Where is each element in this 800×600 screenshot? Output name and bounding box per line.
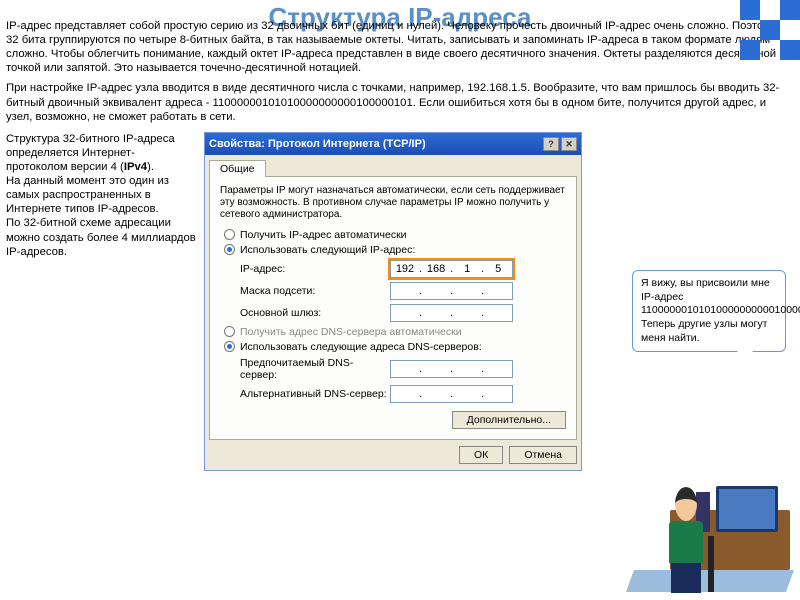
ipv4-bold: IPv4: [124, 161, 147, 173]
preferred-dns-input[interactable]: ...: [390, 360, 513, 378]
mask-label: Маска подсети:: [240, 285, 390, 297]
slide: Структура IP-адреса IP-адрес представляе…: [0, 0, 800, 600]
dns2-label: Альтернативный DNS-сервер:: [240, 388, 390, 400]
radio-manual-ip[interactable]: Использовать следующий IP-адрес:: [224, 244, 566, 256]
ip-label: IP-адрес:: [240, 263, 390, 275]
close-icon[interactable]: ✕: [561, 137, 577, 151]
alternate-dns-input[interactable]: ...: [390, 385, 513, 403]
ok-button[interactable]: ОК: [459, 446, 503, 464]
radio-manual-dns-label: Использовать следующие адреса DNS-сервер…: [240, 341, 482, 353]
paragraph-2: При настройке IP-адрес узла вводится в в…: [0, 75, 800, 123]
gateway-input[interactable]: ...: [390, 304, 513, 322]
ip-address-input[interactable]: 192. 168. 1. 5: [390, 260, 513, 278]
radio-auto-dns: Получить адрес DNS-сервера автоматически: [224, 326, 566, 338]
dialog-titlebar[interactable]: Свойства: Протокол Интернета (TCP/IP) ? …: [205, 133, 581, 155]
radio-manual-dns[interactable]: Использовать следующие адреса DNS-сервер…: [224, 341, 566, 353]
left-text-3: По 32-битной схеме адресации можно созда…: [6, 217, 196, 257]
radio-icon: [224, 229, 235, 240]
dialog-description: Параметры IP могут назначаться автоматич…: [220, 185, 566, 221]
left-column: Структура 32-битного IP-адреса определяе…: [6, 132, 196, 471]
illustration: [630, 447, 790, 592]
radio-icon: [224, 326, 235, 337]
help-icon[interactable]: ?: [543, 137, 559, 151]
dialog-title: Свойства: Протокол Интернета (TCP/IP): [209, 138, 426, 150]
tab-general[interactable]: Общие: [209, 160, 266, 177]
radio-auto-ip-label: Получить IP-адрес автоматически: [240, 229, 407, 241]
gateway-label: Основной шлюз:: [240, 307, 390, 319]
radio-auto-dns-label: Получить адрес DNS-сервера автоматически: [240, 326, 462, 338]
speech-bubble: Я вижу, вы присвоили мне IP-адрес 110000…: [632, 270, 786, 352]
radio-icon: [224, 341, 235, 352]
advanced-button[interactable]: Дополнительно...: [452, 411, 566, 429]
decor-squares: [720, 0, 800, 80]
tab-content: Параметры IP могут назначаться автоматич…: [209, 176, 577, 440]
dns1-label: Предпочитаемый DNS-сервер:: [240, 357, 390, 381]
radio-manual-ip-label: Использовать следующий IP-адрес:: [240, 244, 415, 256]
radio-icon: [224, 244, 235, 255]
paragraph-1: IP-адрес представляет собой простую сери…: [0, 19, 800, 75]
subnet-mask-input[interactable]: ...: [390, 282, 513, 300]
left-text-1c: ).: [147, 161, 154, 173]
radio-auto-ip[interactable]: Получить IP-адрес автоматически: [224, 229, 566, 241]
cancel-button[interactable]: Отмена: [509, 446, 577, 464]
tcpip-properties-dialog: Свойства: Протокол Интернета (TCP/IP) ? …: [204, 132, 582, 471]
left-text-2: На данный момент это один из самых распр…: [6, 175, 169, 215]
